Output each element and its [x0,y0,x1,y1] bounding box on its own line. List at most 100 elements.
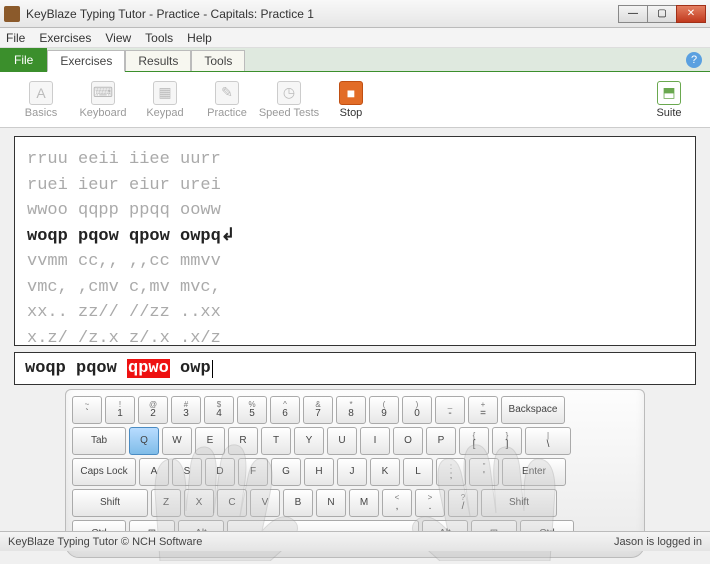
key-q[interactable]: Q [129,427,159,455]
key-t[interactable]: T [261,427,291,455]
key-a[interactable]: A [139,458,169,486]
key-shift[interactable]: Shift [72,489,148,517]
menu-help[interactable]: Help [187,31,212,45]
key-w[interactable]: W [162,427,192,455]
toolbar-keypad: ▦Keypad [134,81,196,119]
window-titlebar: KeyBlaze Typing Tutor - Practice - Capit… [0,0,710,28]
tab-results[interactable]: Results [125,50,191,71]
practice-line: rruu eeii iiee uurr [27,147,683,173]
keyboard-icon: ⌨ [91,81,115,105]
tab-file[interactable]: File [0,48,47,71]
key-[interactable]: >. [415,489,445,517]
key-[interactable]: "' [469,458,499,486]
basics-icon: A [29,81,53,105]
toolbar-speed: ◷Speed Tests [258,81,320,119]
key-j[interactable]: J [337,458,367,486]
practice-icon: ✎ [215,81,239,105]
key-[interactable]: :; [436,458,466,486]
window-title: KeyBlaze Typing Tutor - Practice - Capit… [26,7,619,21]
toolbar-stop[interactable]: ■Stop [320,81,382,119]
clock-icon: ◷ [277,81,301,105]
key-[interactable]: (9 [369,396,399,424]
key-[interactable]: %5 [237,396,267,424]
typed-correct: woqp pqow [25,359,127,378]
status-right: Jason is logged in [614,536,702,548]
suite-icon: ⬒ [657,81,681,105]
key-[interactable]: )0 [402,396,432,424]
key-[interactable]: }] [492,427,522,455]
typing-input-row[interactable]: woqp pqow qpwo owp [14,352,696,385]
menu-tools[interactable]: Tools [145,31,173,45]
key-o[interactable]: O [393,427,423,455]
key-r[interactable]: R [228,427,258,455]
practice-text-area: rruu eeii iiee uurrruei ieur eiur ureiww… [14,136,696,346]
key-z[interactable]: Z [151,489,181,517]
tab-tools[interactable]: Tools [191,50,245,71]
close-button[interactable]: ✕ [676,5,706,23]
key-d[interactable]: D [205,458,235,486]
key-v[interactable]: V [250,489,280,517]
key-h[interactable]: H [304,458,334,486]
key-u[interactable]: U [327,427,357,455]
menu-exercises[interactable]: Exercises [39,31,91,45]
keypad-icon: ▦ [153,81,177,105]
key-[interactable]: ?/ [448,489,478,517]
key-[interactable]: ^6 [270,396,300,424]
key-s[interactable]: S [172,458,202,486]
practice-line: vmc, ,cmv c,mv mvc, [27,275,683,301]
stop-icon: ■ [339,81,363,105]
practice-line: wwoo qqpp ppqq ooww [27,198,683,224]
key-[interactable]: !1 [105,396,135,424]
key-p[interactable]: P [426,427,456,455]
key-[interactable]: <, [382,489,412,517]
key-m[interactable]: M [349,489,379,517]
key-b[interactable]: B [283,489,313,517]
menu-view[interactable]: View [105,31,131,45]
key-y[interactable]: Y [294,427,324,455]
key-[interactable]: @2 [138,396,168,424]
key-capslock[interactable]: Caps Lock [72,458,136,486]
key-[interactable]: ~` [72,396,102,424]
practice-line: xx.. zz// //zz ..xx [27,300,683,326]
practice-line: woqp pqow qpow owpq↲ [27,224,683,250]
key-[interactable]: $4 [204,396,234,424]
key-shift[interactable]: Shift [481,489,557,517]
tab-exercises[interactable]: Exercises [47,50,125,72]
key-c[interactable]: C [217,489,247,517]
toolbar-basics: ABasics [10,81,72,119]
key-l[interactable]: L [403,458,433,486]
key-i[interactable]: I [360,427,390,455]
key-[interactable]: += [468,396,498,424]
help-icon[interactable]: ? [686,52,702,68]
toolbar-practice: ✎Practice [196,81,258,119]
key-[interactable]: #3 [171,396,201,424]
key-[interactable]: *8 [336,396,366,424]
toolbar: ABasics ⌨Keyboard ▦Keypad ✎Practice ◷Spe… [0,72,710,128]
key-f[interactable]: F [238,458,268,486]
tab-strip: File Exercises Results Tools ? [0,48,710,72]
minimize-button[interactable]: — [618,5,648,23]
typed-error: qpwo [127,359,170,378]
key-k[interactable]: K [370,458,400,486]
status-bar: KeyBlaze Typing Tutor © NCH Software Jas… [0,531,710,551]
key-[interactable]: |\ [525,427,571,455]
key-[interactable]: &7 [303,396,333,424]
key-[interactable]: _- [435,396,465,424]
key-backspace[interactable]: Backspace [501,396,565,424]
key-tab[interactable]: Tab [72,427,126,455]
key-g[interactable]: G [271,458,301,486]
maximize-button[interactable]: ▢ [647,5,677,23]
menu-bar: File Exercises View Tools Help [0,28,710,48]
toolbar-suite[interactable]: ⬒Suite [638,81,700,119]
toolbar-keyboard: ⌨Keyboard [72,81,134,119]
practice-line: x.z/ /z.x z/.x .x/z [27,326,683,347]
status-left: KeyBlaze Typing Tutor © NCH Software [8,536,202,548]
key-n[interactable]: N [316,489,346,517]
menu-file[interactable]: File [6,31,25,45]
key-[interactable]: {[ [459,427,489,455]
key-e[interactable]: E [195,427,225,455]
typed-after: owp [170,359,211,378]
text-cursor [212,360,213,378]
key-enter[interactable]: Enter [502,458,566,486]
key-x[interactable]: X [184,489,214,517]
